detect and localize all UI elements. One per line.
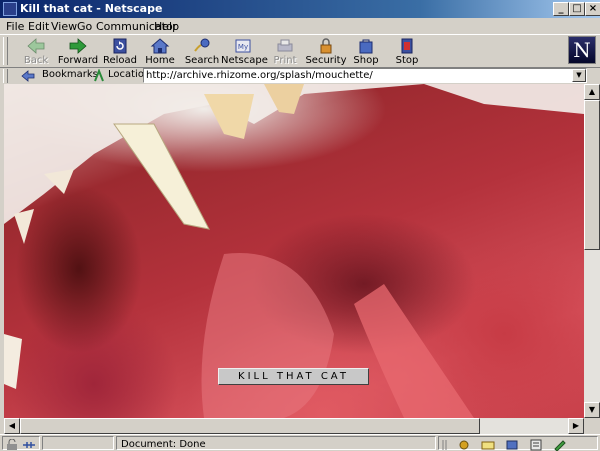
navigator-icon[interactable]	[457, 439, 471, 451]
grip-icon[interactable]	[441, 439, 455, 451]
scroll-up-icon[interactable]: ▲	[584, 84, 600, 100]
lock-icon	[320, 38, 332, 54]
location-grip[interactable]	[3, 69, 8, 83]
stop-button[interactable]: Stop	[385, 37, 429, 67]
vertical-scroll-thumb[interactable]	[584, 100, 600, 250]
horizontal-scroll-thumb[interactable]	[20, 418, 480, 434]
back-arrow-icon	[27, 38, 45, 54]
status-message: Document: Done	[116, 436, 436, 450]
horizontal-scrollbar[interactable]: ◀ ▶	[4, 418, 584, 434]
kill-that-cat-button[interactable]: KILL THAT CAT	[218, 368, 369, 385]
bookmarks-button[interactable]: Bookmarks	[42, 69, 98, 80]
menu-edit[interactable]: Edit	[28, 20, 49, 33]
online-status-icon[interactable]	[22, 439, 36, 451]
toolbar-grip[interactable]	[3, 37, 8, 65]
security-button[interactable]: Security	[304, 37, 348, 67]
forward-button[interactable]: Forward	[56, 37, 100, 67]
component-bar	[438, 436, 598, 451]
print-icon	[277, 39, 293, 52]
menu-help[interactable]: Help	[154, 20, 179, 33]
bookmarks-icon[interactable]	[20, 69, 36, 83]
stop-icon	[401, 38, 413, 54]
reload-icon	[113, 38, 127, 54]
close-button[interactable]: ×	[585, 2, 600, 16]
search-icon	[194, 38, 210, 52]
vertical-scrollbar[interactable]: ▲ ▼	[584, 84, 600, 418]
back-button[interactable]: Back	[14, 37, 58, 67]
print-button[interactable]: Print	[263, 37, 307, 67]
minimize-button[interactable]: _	[553, 2, 569, 16]
shop-icon	[359, 39, 373, 54]
home-icon	[150, 38, 170, 54]
navigation-toolbar: Back Forward Reload Home Search My Netsc…	[0, 34, 600, 68]
scroll-right-icon[interactable]: ▶	[568, 418, 584, 434]
reload-button[interactable]: Reload	[98, 37, 142, 67]
page-content: KILL THAT CAT	[4, 84, 584, 418]
connection-status	[2, 436, 40, 450]
forward-arrow-icon	[69, 38, 87, 54]
status-bar: Document: Done	[0, 434, 600, 451]
mail-icon[interactable]	[481, 439, 495, 451]
maximize-button[interactable]: □	[569, 2, 585, 16]
security-status-icon[interactable]	[5, 439, 19, 451]
location-input[interactable]: http://archive.rhizome.org/splash/mouche…	[143, 68, 587, 83]
scroll-down-icon[interactable]: ▼	[584, 402, 600, 418]
netscape-icon: My	[235, 39, 251, 53]
search-button[interactable]: Search	[180, 37, 224, 67]
title-bar[interactable]: Kill that cat - Netscape _ □ ×	[0, 0, 600, 18]
menu-bar: File Edit View Go Communicator Help	[0, 18, 600, 34]
location-dropdown-icon[interactable]: ▼	[572, 69, 586, 82]
menu-file[interactable]: File	[6, 20, 24, 33]
address-book-icon[interactable]	[529, 439, 543, 451]
progress-bar	[42, 436, 114, 450]
composer-icon[interactable]	[553, 439, 567, 451]
home-button[interactable]: Home	[138, 37, 182, 67]
location-bar: Bookmarks Location: http://archive.rhizo…	[0, 68, 600, 84]
window-title: Kill that cat - Netscape	[20, 2, 163, 15]
newsgroups-icon[interactable]	[505, 439, 519, 451]
svg-text:My: My	[238, 43, 248, 51]
netscape-logo-icon[interactable]: N	[568, 36, 596, 64]
scroll-left-icon[interactable]: ◀	[4, 418, 20, 434]
page-proxy-icon[interactable]	[93, 69, 105, 83]
netscape-button[interactable]: My Netscape	[221, 37, 268, 67]
menu-view[interactable]: View	[51, 20, 77, 33]
menu-go[interactable]: Go	[77, 20, 92, 33]
shop-button[interactable]: Shop	[344, 37, 388, 67]
netscape-window-icon[interactable]	[3, 2, 17, 16]
